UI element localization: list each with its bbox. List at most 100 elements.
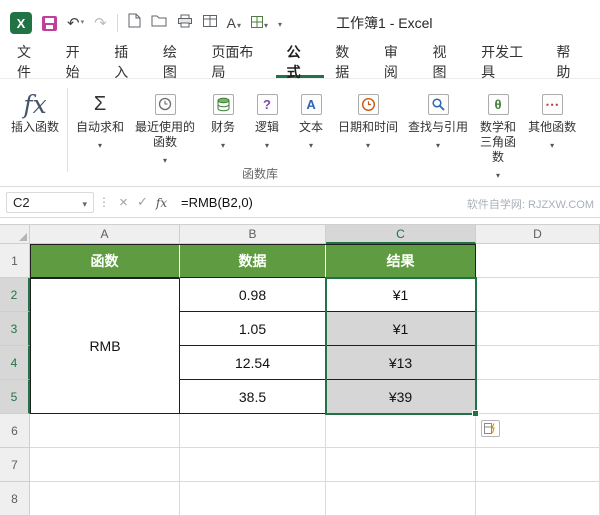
tab-help[interactable]: 帮助	[545, 44, 594, 80]
cell-b3[interactable]: 1.05	[180, 312, 326, 346]
divider	[116, 14, 118, 32]
recent-functions-button[interactable]: 最近使用的函数	[129, 86, 201, 170]
sigma-icon	[94, 93, 106, 116]
quick-analysis-button[interactable]	[481, 420, 500, 437]
select-all-corner[interactable]	[0, 225, 30, 244]
grid-body: 1 函数 数据 结果 2 0.98 ¥1 3 1.05 ¥1 4 12.54 ¥…	[0, 244, 600, 516]
row-header-8[interactable]: 8	[0, 482, 30, 516]
cell-c8[interactable]	[326, 482, 476, 516]
cell-b4[interactable]: 12.54	[180, 346, 326, 380]
cell-d3[interactable]	[476, 312, 600, 346]
cell-c7[interactable]	[326, 448, 476, 482]
row-header-1[interactable]: 1	[0, 244, 30, 278]
cell-b8[interactable]	[180, 482, 326, 516]
name-box-value: C2	[13, 194, 30, 210]
tab-formulas[interactable]: 公式	[275, 44, 325, 80]
cell-b2[interactable]: 0.98	[180, 278, 326, 312]
redo-icon[interactable]	[94, 16, 107, 31]
save-icon[interactable]	[42, 15, 57, 31]
more-functions-icon	[541, 93, 563, 115]
logical-button[interactable]: 逻辑	[245, 86, 289, 155]
text-button[interactable]: 文本	[289, 86, 333, 155]
enter-icon[interactable]	[133, 194, 152, 210]
cell-d1[interactable]	[476, 244, 600, 278]
chevron-down-icon	[264, 15, 268, 31]
autosum-button[interactable]: 自动求和	[71, 86, 129, 155]
column-header-row: A B C D	[0, 224, 600, 244]
titlebar: A 工作簿1 - Excel	[0, 0, 600, 46]
qat-more-icon[interactable]	[278, 14, 282, 32]
column-header-b[interactable]: B	[180, 225, 326, 244]
tab-view[interactable]: 视图	[422, 44, 471, 80]
cell-b1[interactable]: 数据	[180, 244, 326, 278]
row-header-4[interactable]: 4	[0, 346, 30, 380]
borders-grid-icon	[251, 15, 264, 31]
column-header-c[interactable]: C	[326, 225, 476, 244]
cell-b5[interactable]: 38.5	[180, 380, 326, 414]
insert-function-button[interactable]: 插入函数	[6, 86, 64, 137]
row-header-5[interactable]: 5	[0, 380, 30, 414]
quick-access-toolbar: A	[10, 12, 282, 34]
lookup-reference-button[interactable]: 查找与引用	[403, 86, 473, 155]
fill-handle[interactable]	[472, 410, 479, 417]
cell-d7[interactable]	[476, 448, 600, 482]
cell-c4[interactable]: ¥13	[326, 346, 476, 380]
tab-insert[interactable]: 插入	[103, 44, 152, 80]
row-header-3[interactable]: 3	[0, 312, 30, 346]
cell-b6[interactable]	[180, 414, 326, 448]
column-header-a[interactable]: A	[30, 225, 180, 244]
drag-handle-icon	[98, 195, 110, 209]
tab-draw[interactable]: 绘图	[152, 44, 201, 80]
cell-a6[interactable]	[30, 414, 180, 448]
tab-file[interactable]: 文件	[6, 44, 55, 80]
tab-developer[interactable]: 开发工具	[470, 44, 545, 80]
financial-icon	[212, 93, 234, 115]
cell-a1[interactable]: 函数	[30, 244, 180, 278]
open-folder-icon[interactable]	[151, 14, 167, 32]
cell-d4[interactable]	[476, 346, 600, 380]
excel-logo-icon[interactable]	[10, 12, 32, 34]
magnifier-icon	[427, 93, 449, 115]
tab-review[interactable]: 审阅	[373, 44, 422, 80]
tab-page-layout[interactable]: 页面布局	[200, 44, 275, 80]
name-box[interactable]: C2	[6, 191, 94, 213]
date-time-button[interactable]: 日期和时间	[333, 86, 403, 155]
cell-a8[interactable]	[30, 482, 180, 516]
cancel-icon[interactable]	[114, 194, 133, 211]
row-header-2[interactable]: 2	[0, 278, 30, 312]
row-8: 8	[0, 482, 600, 516]
formula-bar: C2 =RMB(B2,0) 软件自学网: RJZXW.COM	[0, 187, 600, 218]
row-header-7[interactable]: 7	[0, 448, 30, 482]
font-color-button[interactable]: A	[227, 15, 241, 31]
table-icon[interactable]	[202, 14, 217, 32]
column-header-d[interactable]: D	[476, 225, 600, 244]
financial-button[interactable]: 财务	[201, 86, 245, 155]
more-functions-button[interactable]: 其他函数	[523, 86, 581, 155]
cell-b7[interactable]	[180, 448, 326, 482]
excel-window: A 工作簿1 - Excel 文件 开始 插入 绘图 页面布局 公式 数据 审阅…	[0, 0, 600, 516]
recent-functions-icon	[154, 93, 176, 115]
row-6: 6	[0, 414, 600, 448]
cell-d8[interactable]	[476, 482, 600, 516]
cell-d2[interactable]	[476, 278, 600, 312]
borders-button[interactable]	[251, 15, 268, 31]
chevron-down-icon	[436, 135, 440, 153]
cell-a7[interactable]	[30, 448, 180, 482]
merged-cell-a2-a5[interactable]: RMB	[30, 278, 180, 414]
cell-c3[interactable]: ¥1	[326, 312, 476, 346]
new-file-icon[interactable]	[128, 13, 141, 33]
cell-c2[interactable]: ¥1	[326, 278, 476, 312]
chevron-down-icon	[309, 135, 313, 153]
cell-c6[interactable]	[326, 414, 476, 448]
insert-function-icon[interactable]	[152, 195, 171, 210]
undo-icon[interactable]	[67, 16, 84, 31]
cell-c1[interactable]: 结果	[326, 244, 476, 278]
ribbon-formulas: 插入函数 自动求和 最近使用的函数 财务 逻辑	[0, 79, 600, 187]
tab-data[interactable]: 数据	[324, 44, 373, 80]
cell-c5[interactable]: ¥39	[326, 380, 476, 414]
print-icon[interactable]	[177, 14, 193, 33]
cell-d5[interactable]	[476, 380, 600, 414]
chevron-down-icon	[221, 135, 225, 153]
row-header-6[interactable]: 6	[0, 414, 30, 448]
tab-home[interactable]: 开始	[55, 44, 104, 80]
